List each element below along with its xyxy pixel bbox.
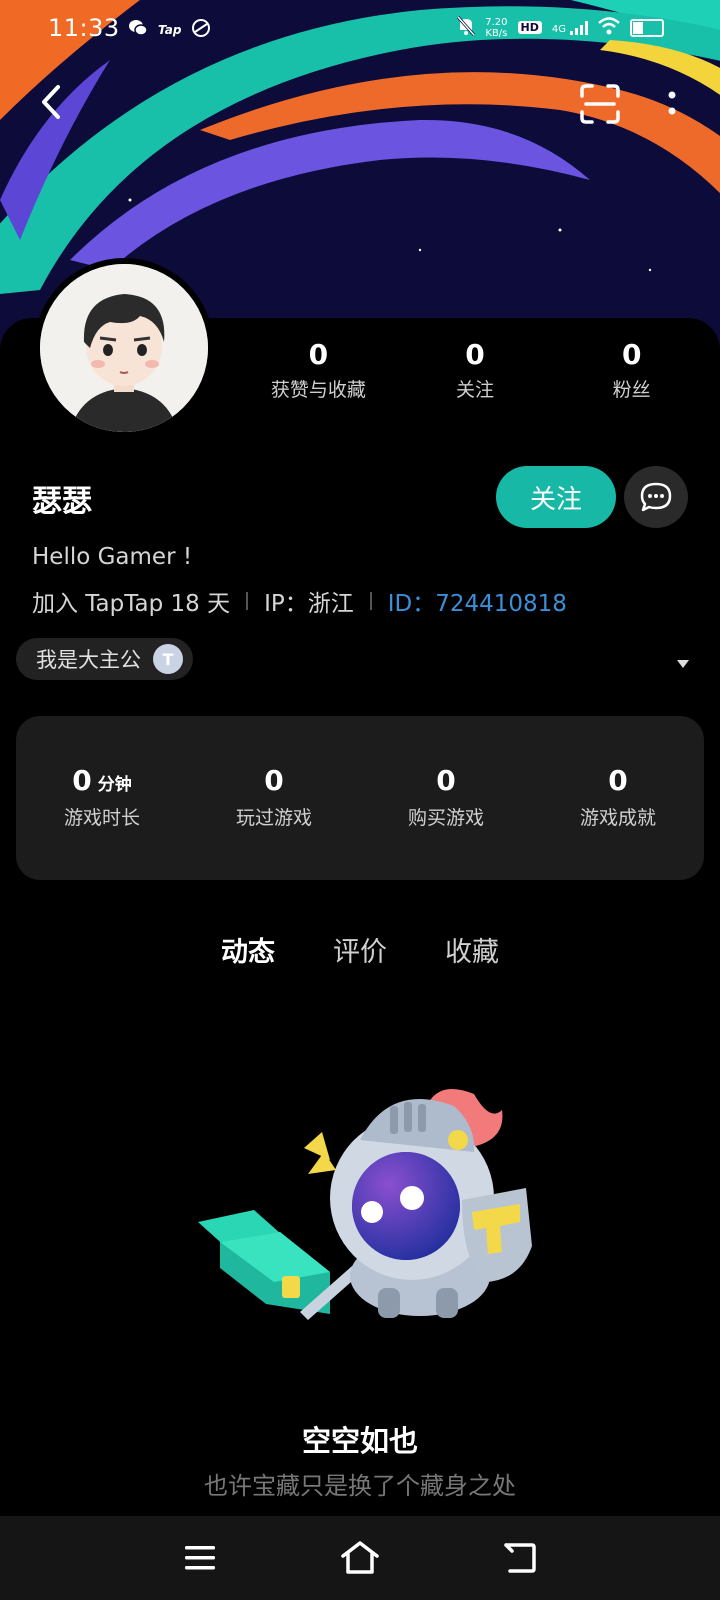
empty-state-title: 空空如也 <box>301 1424 418 1458</box>
battery-icon <box>630 18 664 37</box>
stat-label: 粉丝 <box>612 379 651 401</box>
taptap-icon: Tap <box>158 23 182 37</box>
game-stat-value: 0 <box>264 764 284 797</box>
taptap-badge-icon: T <box>153 644 183 674</box>
game-stat-achievements[interactable]: 0 游戏成就 <box>532 716 704 880</box>
stat-label: 获赞与收藏 <box>270 379 366 401</box>
profile-stats: 0 获赞与收藏 0 关注 0 粉丝 <box>240 338 710 402</box>
stat-likes[interactable]: 0 获赞与收藏 <box>240 338 397 402</box>
menu-button[interactable] <box>180 1540 220 1576</box>
game-stat-label: 游戏成就 <box>579 807 656 829</box>
stat-value: 0 <box>621 338 642 371</box>
user-meta: 加入 TapTap 18 天 IP：浙江 ID：724410818 <box>32 584 567 618</box>
game-stat-purchased[interactable]: 0 购买游戏 <box>360 716 532 880</box>
game-stat-played[interactable]: 0 玩过游戏 <box>188 716 360 880</box>
app-icon <box>191 18 211 42</box>
user-bio: Hello Gamer ! <box>32 544 193 570</box>
divider <box>369 592 372 610</box>
wechat-icon <box>128 19 148 41</box>
divider <box>246 592 249 610</box>
tab-favorites[interactable]: 收藏 <box>445 930 499 969</box>
content-tabs: 动态 评价 收藏 <box>0 930 720 969</box>
avatar[interactable] <box>34 258 214 438</box>
message-button[interactable] <box>624 466 688 528</box>
join-days: 加入 TapTap 18 天 <box>32 591 231 617</box>
stat-followers[interactable]: 0 粉丝 <box>553 338 710 402</box>
home-button[interactable] <box>338 1538 382 1578</box>
mute-icon <box>457 16 476 39</box>
wifi-icon <box>598 17 620 38</box>
more-button[interactable] <box>660 84 684 124</box>
net-speed: 7.20 KB/s <box>485 16 508 39</box>
back-arrow-icon <box>42 85 60 119</box>
tab-moments[interactable]: 动态 <box>221 930 275 969</box>
back-nav-button[interactable] <box>500 1538 540 1578</box>
status-bar: 11:33 Tap 7.20 KB/s HD 4G <box>0 0 720 56</box>
game-stat-label: 购买游戏 <box>407 807 484 829</box>
game-stat-unit: 分钟 <box>97 775 132 795</box>
system-nav-bar <box>0 1516 720 1600</box>
scan-button[interactable] <box>578 82 622 126</box>
follow-button[interactable]: 关注 <box>496 466 616 528</box>
more-vertical-icon <box>668 91 676 115</box>
stat-value: 0 <box>465 338 485 371</box>
notification-icons: Tap <box>128 18 211 42</box>
scan-icon <box>580 84 620 124</box>
badge-label: 我是大主公 <box>36 648 141 672</box>
ip-location: IP：浙江 <box>264 591 354 617</box>
empty-state-illustration <box>190 1082 540 1326</box>
status-time: 11:33 <box>48 14 120 42</box>
signal-icon: 4G <box>552 20 588 35</box>
stat-value: 0 <box>308 338 329 371</box>
game-stat-label: 游戏时长 <box>63 807 140 829</box>
user-name: 瑟瑟 <box>32 484 92 519</box>
user-id[interactable]: ID：724410818 <box>388 584 567 618</box>
game-stat-value: 0 <box>436 764 456 797</box>
triangle-down-icon <box>677 660 689 668</box>
empty-state-subtitle: 也许宝藏只是换了个藏身之处 <box>204 1472 516 1500</box>
expand-dropdown[interactable] <box>676 654 690 673</box>
game-stats-card: 0 分钟 游戏时长 0 玩过游戏 0 购买游戏 0 游戏成就 <box>16 716 704 880</box>
title-badge[interactable]: 我是大主公 T <box>16 638 193 680</box>
hd-icon: HD <box>517 21 542 34</box>
return-icon <box>504 1543 536 1573</box>
back-button[interactable] <box>30 82 70 122</box>
game-stat-label: 玩过游戏 <box>235 807 312 829</box>
menu-icon <box>185 1546 215 1570</box>
home-icon <box>341 1541 379 1574</box>
chat-bubble-icon <box>640 482 672 512</box>
stat-following[interactable]: 0 关注 <box>397 338 554 402</box>
tab-reviews[interactable]: 评价 <box>333 930 387 969</box>
system-icons: 7.20 KB/s HD 4G <box>457 16 664 39</box>
avatar-image <box>40 264 208 432</box>
stat-label: 关注 <box>456 379 495 401</box>
game-stat-playtime[interactable]: 0 分钟 游戏时长 <box>16 716 188 880</box>
game-stat-value: 0 <box>608 764 628 797</box>
game-stat-value: 0 <box>72 764 92 797</box>
